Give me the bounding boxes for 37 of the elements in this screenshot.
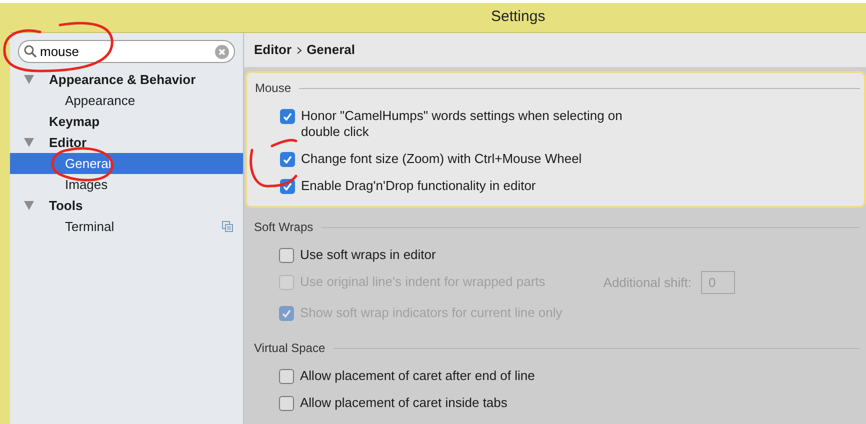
checkbox[interactable] <box>279 369 294 384</box>
check-icon <box>282 181 293 192</box>
expanded-triangle-icon[interactable] <box>24 75 34 84</box>
tree-item[interactable]: Terminal <box>10 216 243 237</box>
section-title: Mouse <box>255 80 292 97</box>
option-label: Allow placement of caret inside tabs <box>300 395 508 411</box>
chevron-icon <box>296 46 302 54</box>
search-icon <box>24 45 37 58</box>
checkbox[interactable] <box>280 152 295 167</box>
checkbox[interactable] <box>280 109 295 124</box>
breadcrumb-item: Editor <box>254 41 292 60</box>
tree-item[interactable]: Appearance <box>10 90 243 111</box>
tree-item[interactable]: Editor <box>10 132 243 153</box>
window-title: Settings <box>491 7 546 28</box>
breadcrumb-item: General <box>306 41 355 60</box>
tree-item[interactable]: General <box>10 153 243 174</box>
expanded-triangle-icon[interactable] <box>24 138 34 147</box>
option-label: Allow placement of caret after end of line <box>300 368 535 384</box>
tree-item[interactable]: Appearance & Behavior <box>10 69 243 90</box>
tree-item[interactable]: Keymap <box>10 111 243 132</box>
annotation-mark <box>249 138 299 189</box>
tree-item[interactable]: Images <box>10 174 243 195</box>
option-label: Change font size (Zoom) with Ctrl+Mouse Wheel <box>301 151 582 167</box>
checkbox[interactable] <box>279 396 294 411</box>
check-icon <box>281 308 292 319</box>
check-icon <box>282 154 293 165</box>
tree-item[interactable]: Tools <box>10 195 243 216</box>
expanded-triangle-icon[interactable] <box>24 201 34 210</box>
section-title: Soft Wraps <box>254 219 314 236</box>
section-title: Virtual Space <box>254 340 326 357</box>
clear-icon[interactable] <box>215 44 229 58</box>
check-icon <box>282 111 293 122</box>
search-field[interactable]: mouse <box>18 40 235 63</box>
option-label: Enable Drag'n'Drop functionality in editor <box>301 178 536 194</box>
checkbox[interactable] <box>279 248 294 263</box>
option-label: Use soft wraps in editor <box>300 247 436 263</box>
option-label: Honor "CamelHumps" words settings when selecting on double click <box>301 108 624 140</box>
